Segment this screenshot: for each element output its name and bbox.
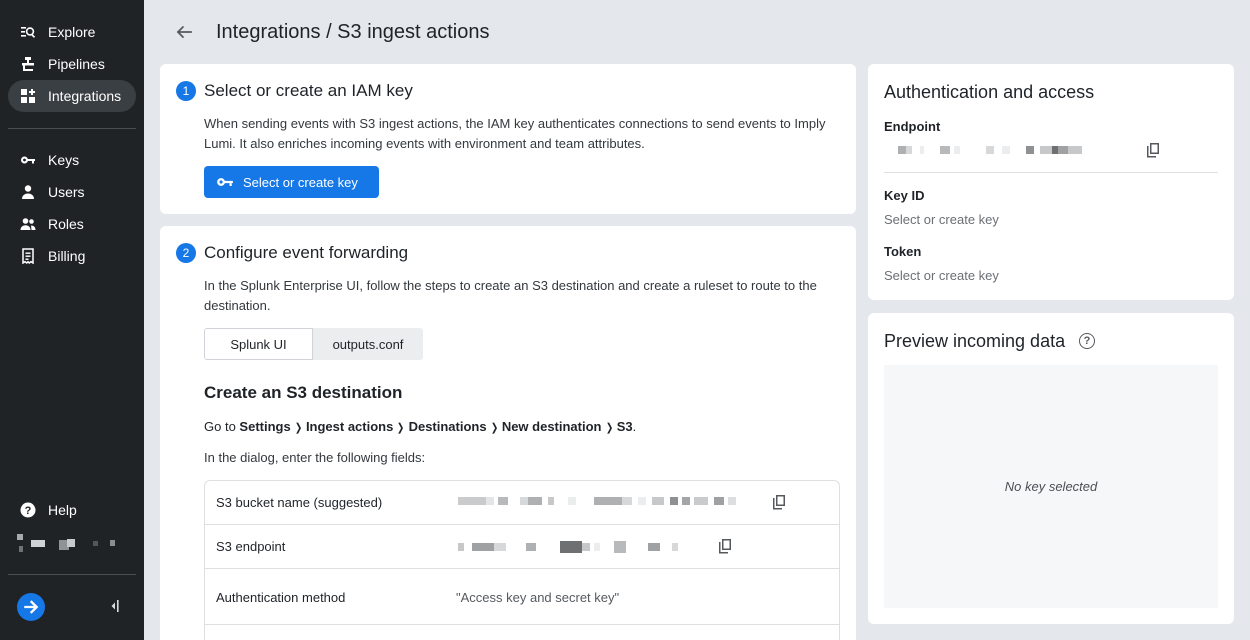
auth-title: Authentication and access (884, 82, 1095, 102)
path-step: New destination (501, 419, 602, 434)
arrow-left-icon (176, 25, 192, 39)
user-icon (20, 184, 36, 200)
preview-area: No key selected (884, 365, 1218, 608)
endpoint-label: Endpoint (884, 119, 941, 134)
key-icon (217, 178, 233, 186)
endpoint-value-redacted (898, 146, 1082, 154)
chevron-right-icon: ❯ (397, 422, 405, 434)
sidebar-item-users[interactable]: Users (8, 176, 136, 208)
path-step: S3 (616, 419, 633, 434)
sidebar-item-label: Billing (48, 248, 86, 264)
dialog-instructions: In the dialog, enter the following field… (204, 450, 426, 465)
sidebar-divider (8, 574, 136, 575)
brand-logo-icon[interactable] (17, 593, 45, 621)
tab-splunk-ui[interactable]: Splunk UI (204, 328, 313, 360)
sidebar-item-label: Roles (48, 216, 84, 232)
step1-badge: 1 (176, 81, 196, 101)
sidebar-item-roles[interactable]: Roles (8, 208, 136, 240)
chevron-right-icon: ❯ (294, 422, 303, 434)
copy-icon[interactable] (717, 538, 733, 554)
token-value: Select or create key (884, 268, 999, 283)
sidebar: Explore Pipelines Integrations Keys User… (0, 0, 144, 640)
empty-state-text: No key selected (1004, 479, 1098, 494)
chevron-right-icon: ❯ (605, 422, 613, 434)
table-row: S3 bucket name (suggested) (205, 481, 839, 525)
table-row: S3 endpoint (205, 525, 839, 569)
chevron-right-icon: ❯ (490, 422, 498, 434)
token-label: Token (884, 244, 922, 259)
field-label: S3 endpoint (216, 539, 286, 554)
svg-text:?: ? (25, 505, 32, 517)
sidebar-item-label: Users (48, 184, 85, 200)
copy-icon[interactable] (1145, 142, 1161, 158)
sidebar-item-label: Integrations (48, 88, 122, 104)
config-tabs: Splunk UI outputs.conf (204, 328, 423, 360)
path-step: Ingest actions (305, 419, 394, 434)
section-title: Create an S3 destination (204, 383, 403, 402)
sidebar-item-label: Help (48, 502, 77, 518)
sidebar-divider (8, 128, 136, 129)
step1-description: When sending events with S3 ingest actio… (204, 116, 826, 151)
account-name-redacted[interactable] (17, 532, 115, 554)
fields-table: S3 bucket name (suggested) S3 endpoint A… (204, 480, 840, 640)
key-id-value: Select or create key (884, 212, 999, 227)
step2-badge: 2 (176, 243, 196, 263)
collapse-sidebar-icon[interactable] (106, 598, 122, 614)
sidebar-item-label: Pipelines (48, 56, 105, 72)
field-label: S3 bucket name (suggested) (216, 495, 383, 510)
key-icon (20, 152, 36, 168)
back-button[interactable] (168, 16, 200, 48)
select-or-create-key-button[interactable]: Select or create key (204, 166, 379, 198)
integrations-icon (20, 88, 36, 104)
sidebar-item-help[interactable]: ? Help (8, 494, 136, 526)
sidebar-item-integrations[interactable]: Integrations (8, 80, 136, 112)
table-row: Authentication method "Access key and se… (205, 569, 839, 625)
step2-description: In the Splunk Enterprise UI, follow the … (204, 278, 817, 313)
navigation-path: Go to Settings ❯ Ingest actions ❯ Destinatio… (204, 419, 637, 434)
preview-title: Preview incoming data (884, 331, 1066, 351)
endpoint-redacted (458, 541, 678, 553)
step1-title: Select or create an IAM key (204, 81, 413, 100)
button-label: Select or create key (243, 174, 358, 190)
billing-icon (20, 248, 36, 264)
explore-icon (20, 24, 36, 40)
key-id-label: Key ID (884, 188, 925, 203)
page-header: Integrations / S3 ingest actions (160, 16, 490, 48)
page-title: Integrations / S3 ingest actions (216, 20, 490, 43)
tab-outputs-conf[interactable]: outputs.conf (313, 328, 423, 360)
table-row (205, 625, 839, 640)
sidebar-item-pipelines[interactable]: Pipelines (8, 48, 136, 80)
divider (884, 172, 1218, 173)
sidebar-item-label: Keys (48, 152, 80, 168)
copy-icon[interactable] (771, 494, 787, 510)
bucket-name-redacted (458, 497, 736, 505)
sidebar-item-keys[interactable]: Keys (8, 144, 136, 176)
step2-title: Configure event forwarding (204, 243, 409, 262)
path-step: Destinations (408, 419, 487, 434)
help-icon: ? (20, 502, 36, 518)
help-circle-icon[interactable]: ? (1079, 333, 1095, 349)
sidebar-item-label: Explore (48, 24, 96, 40)
path-step: Settings (239, 419, 291, 434)
sidebar-item-billing[interactable]: Billing (8, 240, 136, 272)
field-label: Authentication method (216, 590, 346, 605)
sidebar-item-explore[interactable]: Explore (8, 16, 136, 48)
goto-prefix: Go to (204, 419, 236, 434)
roles-icon (20, 216, 36, 232)
field-value: "Access key and secret key" (456, 590, 620, 605)
pipelines-icon (20, 56, 36, 72)
